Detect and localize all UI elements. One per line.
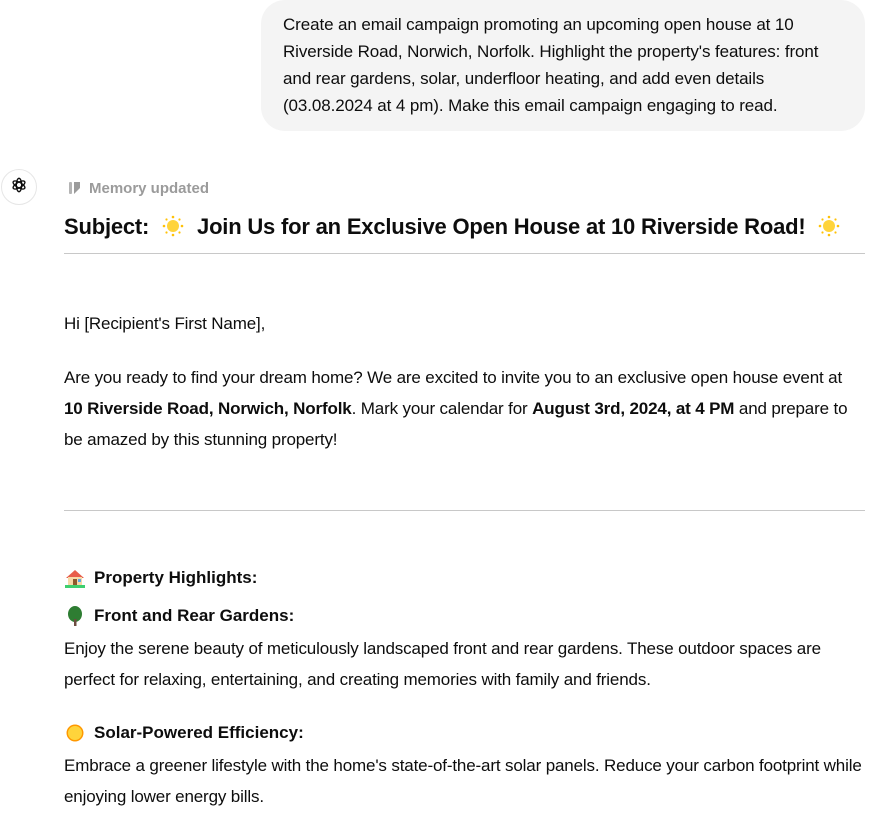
subject-prefix: Subject:: [64, 214, 150, 239]
feature-title: Front and Rear Gardens:: [94, 606, 295, 625]
feature-title: Solar-Powered Efficiency:: [94, 723, 304, 742]
property-highlights-heading: Property Highlights:: [64, 565, 257, 591]
tree-icon: [64, 606, 86, 626]
feature-description: Embrace a greener lifestyle with the hom…: [64, 756, 862, 806]
glowing-star-icon: [161, 214, 185, 238]
intro-text-2: . Mark your calendar for: [351, 399, 533, 418]
assistant-avatar: [1, 169, 37, 205]
event-address: 10 Riverside Road, Norwich, Norfolk: [64, 399, 352, 418]
divider: [64, 510, 865, 511]
feature-description: Enjoy the serene beauty of meticulously …: [64, 639, 821, 689]
memory-updated-label: Memory updated: [89, 179, 210, 197]
event-datetime: August 3rd, 2024, at 4 PM: [532, 399, 735, 418]
property-highlights-label: Property Highlights:: [94, 568, 258, 587]
subject-title: Join Us for an Exclusive Open House at 1…: [197, 214, 806, 239]
memory-pencil-icon: [67, 180, 83, 196]
glowing-star-icon: [817, 214, 841, 238]
openai-logo-icon: [9, 175, 29, 200]
feature-heading: Front and Rear Gardens:: [64, 603, 294, 629]
intro-paragraph: Are you ready to find your dream home? W…: [64, 362, 865, 455]
greeting: Hi [Recipient's First Name],: [64, 314, 266, 333]
memory-updated-indicator[interactable]: Memory updated: [67, 177, 209, 199]
intro-text-1: Are you ready to find your dream home? W…: [64, 368, 843, 387]
feature-heading: Solar-Powered Efficiency:: [64, 720, 304, 746]
user-message-bubble: Create an email campaign promoting an up…: [261, 0, 865, 131]
user-message-text: Create an email campaign promoting an up…: [283, 15, 819, 115]
email-subject: Subject: Join Us for an Exclusive Open H…: [64, 210, 865, 244]
divider: [64, 253, 865, 254]
house-with-garden-icon: [64, 568, 86, 588]
sun-icon: [64, 723, 86, 743]
